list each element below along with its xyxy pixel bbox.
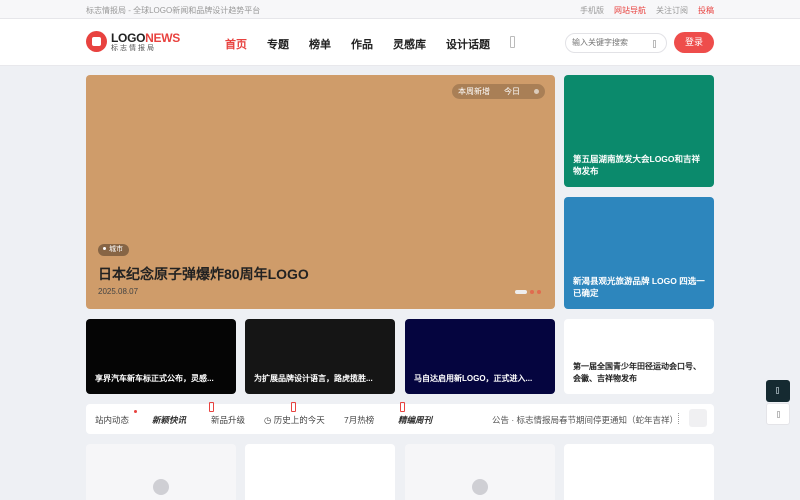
news-card[interactable]: 马自达启用新LOGO，正式进入...: [405, 319, 555, 394]
ticker-weekly[interactable]: 精编周刊: [398, 414, 432, 426]
hero-tabs: 本周新增 今日: [452, 84, 545, 99]
hero-date: 2025.08.07: [98, 287, 139, 296]
nav-topics[interactable]: 专题: [267, 36, 289, 52]
ticker-upgrade[interactable]: 新品升级: [211, 414, 245, 426]
search-icon[interactable]: [653, 40, 656, 48]
site-tagline: 标志情报局 - 全球LOGO新闻和品牌设计趋势平台: [86, 6, 261, 15]
submit-link[interactable]: 投稿: [698, 5, 714, 16]
news-card-title: 享界汽车新车标正式公布，灵感...: [95, 374, 214, 383]
site-nav-link[interactable]: 网站导航: [614, 5, 646, 16]
search-box: [565, 33, 667, 53]
news-card-title: 马自达启用新LOGO，正式进入...: [414, 374, 533, 383]
news-card[interactable]: 为扩展品牌设计语言，路虎揽胜...: [245, 319, 395, 394]
slider-dot[interactable]: [515, 290, 527, 294]
placeholder-card[interactable]: [564, 444, 714, 500]
slider-dots: [515, 290, 541, 294]
ticker-hot-list[interactable]: 7月热榜: [344, 414, 374, 426]
side-card-title: 新渴县观光旅游品牌 LOGO 四选一已确定: [573, 276, 705, 298]
back-to-top-button[interactable]: [766, 403, 790, 425]
arrow-up-icon: [777, 411, 780, 418]
news-card[interactable]: 第一届全国青少年田径运动会口号、会徽、吉祥物发布: [564, 319, 714, 394]
site-logo[interactable]: LOGONEWS 标志情报局: [86, 31, 180, 52]
tab-today[interactable]: 今日: [504, 86, 520, 97]
ticker-site-news[interactable]: 站内动态: [95, 414, 129, 426]
ticker-flash-news[interactable]: 新颖快讯: [152, 414, 186, 426]
menu-icon: [776, 387, 779, 394]
nav-home[interactable]: 首页: [225, 36, 247, 52]
placeholder-card[interactable]: [405, 444, 555, 500]
new-dot-icon: [134, 410, 137, 413]
placeholder-card[interactable]: [245, 444, 395, 500]
side-card[interactable]: 第五届湖南旅发大会LOGO和吉祥物发布: [564, 75, 714, 187]
hot-marker-icon: [291, 402, 296, 412]
hero-title[interactable]: 日本纪念原子弹爆炸80周年LOGO: [98, 264, 309, 284]
category-badge[interactable]: 城市: [98, 244, 129, 256]
slider-dot[interactable]: [537, 290, 541, 294]
nav-rankings[interactable]: 榜单: [309, 36, 331, 52]
tab-weekly[interactable]: 本周新增: [458, 86, 490, 97]
logo-subtitle: 标志情报局: [111, 44, 156, 52]
side-card[interactable]: 新渴县观光旅游品牌 LOGO 四选一已确定: [564, 197, 714, 309]
hero-slide[interactable]: 本周新增 今日 城市 日本纪念原子弹爆炸80周年LOGO 2025.08.07: [86, 75, 555, 309]
nav-works[interactable]: 作品: [351, 36, 373, 52]
tab-dot-icon: [534, 89, 539, 94]
hot-marker-icon: [400, 402, 405, 412]
ticker-divider: [678, 413, 681, 424]
slider-dot[interactable]: [530, 290, 534, 294]
mobile-link[interactable]: 手机版: [580, 5, 604, 16]
placeholder-card[interactable]: [86, 444, 236, 500]
side-card-title: 第五届湖南旅发大会LOGO和吉祥物发布: [573, 154, 701, 176]
subscribe-link[interactable]: 关注订阅: [656, 5, 688, 16]
nav-more-icon[interactable]: [510, 36, 515, 48]
logo-mark-icon: [86, 31, 107, 52]
ticker-more-button[interactable]: [689, 409, 707, 427]
news-card-title: 第一届全国青少年田径运动会口号、会徽、吉祥物发布: [573, 362, 701, 383]
news-card-title: 为扩展品牌设计语言，路虎揽胜...: [254, 374, 373, 383]
main-nav: 首页 专题 榜单 作品 灵感库 设计话题: [225, 36, 515, 52]
nav-inspiration[interactable]: 灵感库: [393, 36, 426, 52]
hot-marker-icon: [209, 402, 214, 412]
float-menu-button[interactable]: [766, 380, 790, 402]
news-card[interactable]: 享界汽车新车标正式公布，灵感...: [86, 319, 236, 394]
logo-wordmark: LOGONEWS: [111, 30, 180, 45]
search-input[interactable]: [572, 38, 652, 47]
ticker-history[interactable]: ◷ 历史上的今天: [264, 414, 325, 426]
top-bar: 标志情报局 - 全球LOGO新闻和品牌设计趋势平台 手机版 网站导航 关注订阅 …: [0, 0, 800, 19]
placeholder-avatar-icon: [153, 479, 169, 495]
nav-design-topics[interactable]: 设计话题: [446, 36, 490, 52]
ticker-notice[interactable]: 公告 · 标志情报局春节期间停更通知（蛇年吉祥）: [492, 414, 678, 426]
top-links: 手机版 网站导航 关注订阅 投稿: [580, 5, 714, 16]
news-ticker: 站内动态 新颖快讯 新品升级 ◷ 历史上的今天 7月热榜 精编周刊 公告 · 标…: [86, 402, 714, 434]
placeholder-avatar-icon: [472, 479, 488, 495]
header: LOGONEWS 标志情报局 首页 专题 榜单 作品 灵感库 设计话题 登录: [0, 19, 800, 66]
login-button[interactable]: 登录: [674, 32, 714, 53]
